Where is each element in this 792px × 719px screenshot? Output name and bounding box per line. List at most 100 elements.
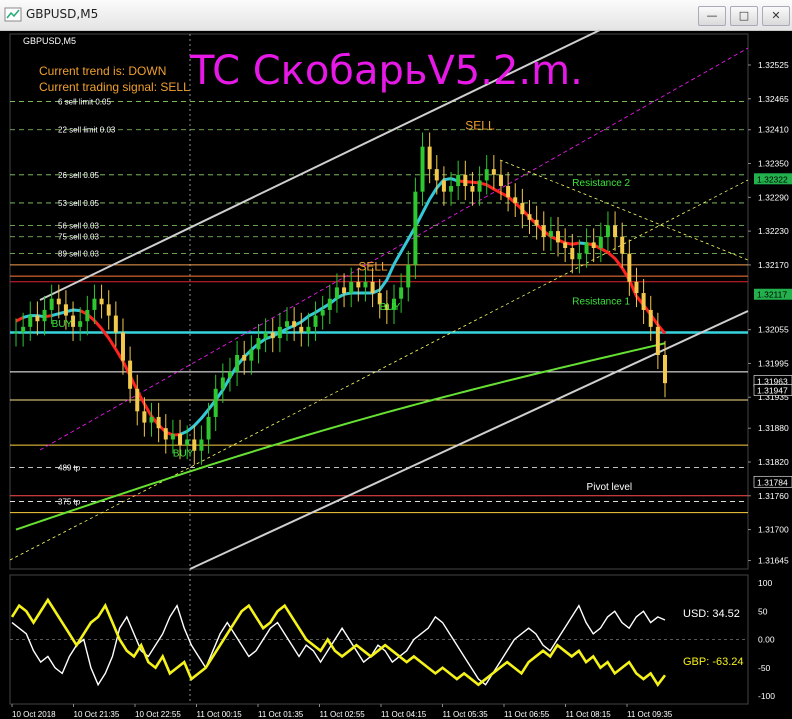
order-level-label: 56 sell 0.03 [58, 221, 99, 230]
chart-annotation: SELL [465, 119, 495, 133]
signal-text: Current trading signal: SELL [39, 80, 190, 94]
price-chart-canvas[interactable]: 6 sell limit 0.05 22 sell limit 0.03 26 se… [0, 0, 792, 719]
candle-body [99, 298, 104, 305]
candle-body [263, 332, 268, 339]
order-level-label: 375 tp [58, 497, 81, 506]
candle-body [113, 315, 118, 333]
price-tick-label: 1.32230 [758, 226, 789, 236]
candle-body [313, 315, 318, 327]
candle-body [199, 439, 204, 451]
candle-body [406, 264, 411, 288]
candle-body [498, 174, 503, 187]
candle-body [56, 298, 61, 305]
time-tick-label: 10 Oct 2018 [12, 710, 56, 719]
chart-annotation: BUY [52, 319, 73, 330]
chart-annotation: Resistance 2 [572, 178, 630, 189]
candle-body [613, 225, 618, 237]
price-tick-label: 1.32290 [758, 192, 789, 202]
candle-body [513, 197, 518, 203]
candle-body [135, 388, 140, 412]
candle-body [349, 281, 354, 294]
candle-body [356, 281, 361, 288]
candle-body [213, 388, 218, 417]
axis-layer: 1.32525 1.32465 1.32410 1.32350 1.32290 1.322… [11, 60, 792, 719]
gbp-value-label: GBP: -63.24 [683, 656, 744, 668]
indicator-title: TC СкобарьV5.2.m. [189, 48, 583, 94]
candle-body [627, 253, 632, 282]
candle-body [299, 326, 304, 333]
time-tick-label: 11 Oct 06:55 [504, 710, 550, 719]
trend-up-line [22, 314, 45, 319]
candle-body [570, 248, 575, 260]
candle-body [235, 355, 240, 372]
candle-body [363, 281, 368, 288]
candle-body [605, 225, 610, 237]
candle-body [227, 371, 232, 378]
candles-layer [14, 132, 667, 465]
candle-body [156, 416, 161, 429]
candle-body [420, 146, 425, 192]
candle-body [456, 174, 461, 187]
usd-value-label: USD: 34.52 [683, 608, 740, 620]
time-tick-label: 10 Oct 21:35 [74, 710, 120, 719]
candle-body [185, 439, 190, 446]
oscillator-tick-label: 0.00 [758, 635, 775, 645]
candle-body [78, 321, 83, 327]
time-tick-label: 11 Oct 04:15 [381, 710, 427, 719]
chart-annotation: Pivot level [587, 482, 633, 493]
price-tick-label: 1.32465 [758, 94, 789, 104]
candle-body [641, 293, 646, 310]
candle-body [14, 332, 18, 334]
candle-body [92, 298, 97, 310]
candle-body [85, 309, 90, 322]
order-level-label: 53 sell 0.05 [58, 199, 99, 208]
chart-annotation: BUY [380, 302, 401, 313]
time-tick-label: 11 Oct 00:15 [197, 710, 243, 719]
candle-body [120, 332, 125, 361]
candle-body [620, 236, 625, 254]
candle-body [534, 219, 539, 226]
candle-body [256, 338, 261, 350]
candle-body [577, 253, 582, 260]
candle-body [292, 321, 297, 327]
time-tick-label: 10 Oct 22:55 [135, 710, 181, 719]
candle-body [128, 360, 133, 389]
time-tick-label: 11 Oct 01:35 [258, 710, 304, 719]
price-tag-label: 1.31947 [757, 385, 788, 395]
mt4-chart-window: GBPUSD,M5 — □ ✕ 6 sell limit 0.05 22 sell… [0, 0, 792, 719]
candle-body [249, 349, 254, 361]
candle-body [49, 298, 54, 310]
order-level-label: 489 tp [58, 464, 81, 473]
price-tick-label: 1.32055 [758, 325, 789, 335]
chart-symbol-label: GBPUSD,M5 [23, 36, 76, 46]
candle-body [306, 326, 311, 333]
trend-text: Current trend is: DOWN [39, 64, 166, 78]
price-tick-label: 1.31645 [758, 556, 789, 566]
candle-body [242, 355, 247, 361]
candle-body [42, 309, 47, 322]
candle-body [584, 242, 589, 254]
price-tag-label: 1.32117 [757, 290, 787, 300]
price-tag-label: 1.32322 [757, 174, 788, 184]
chart-annotation: Resistance 1 [572, 296, 630, 307]
time-tick-label: 11 Oct 05:35 [443, 710, 489, 719]
candle-body [21, 326, 26, 333]
order-level-label: 26 sell 0.05 [58, 171, 99, 180]
price-tag-label: 1.31784 [757, 477, 788, 487]
candle-body [149, 416, 154, 423]
candle-body [441, 180, 446, 192]
order-level-label: 89 sell 0.03 [58, 250, 99, 259]
price-tick-label: 1.32410 [758, 125, 789, 135]
candle-body [163, 428, 168, 440]
price-tick-label: 1.32525 [758, 60, 789, 70]
oscillator-tick-label: 100 [758, 578, 772, 588]
candle-body [506, 186, 511, 198]
candle-body [470, 186, 475, 192]
candle-body [491, 169, 496, 175]
candle-body [663, 355, 667, 384]
candle-body [477, 180, 482, 192]
candle-body [541, 225, 546, 237]
time-tick-label: 11 Oct 08:15 [566, 710, 612, 719]
candle-body [178, 433, 183, 446]
candle-body [170, 433, 175, 440]
